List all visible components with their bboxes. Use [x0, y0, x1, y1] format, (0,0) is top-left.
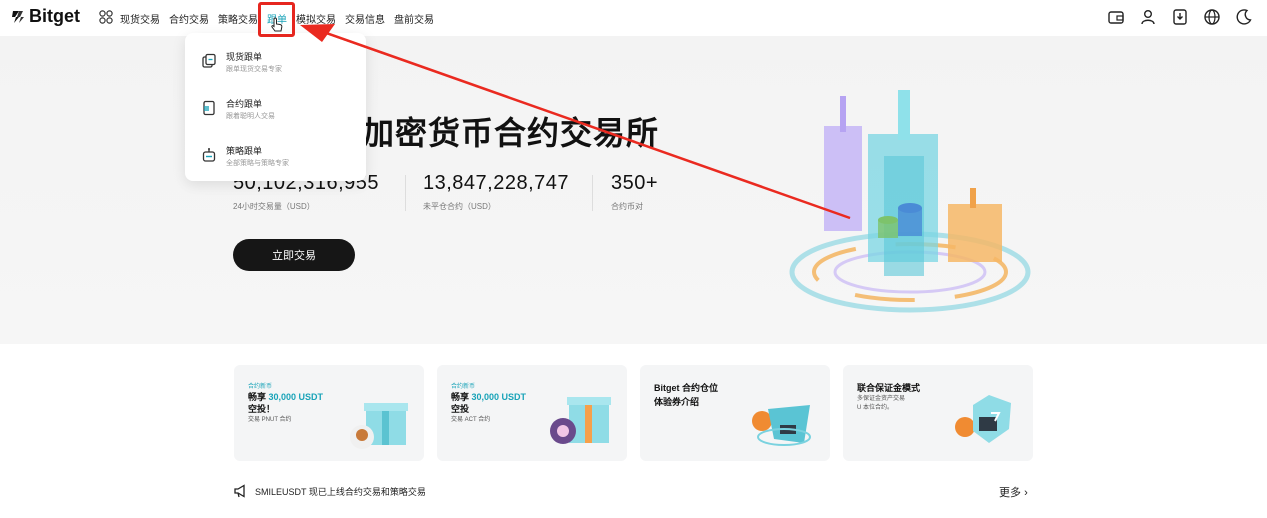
card-tag: 合约新币 — [248, 384, 273, 390]
user-icon[interactable] — [1139, 8, 1157, 26]
card-headline: 畅享 30,000 USDT 空投 — [451, 391, 561, 415]
bot-copy-icon — [202, 148, 216, 162]
stat-pairs: 350+ 合约币对 — [611, 172, 658, 212]
hand-cursor-icon — [271, 17, 283, 32]
stat-value: 13,847,228,747 — [423, 172, 570, 194]
dropdown-item-subtitle: 全部策略与策略专家 — [226, 160, 289, 167]
nav-pre-market[interactable]: 盘前交易 — [394, 11, 434, 26]
more-label: 更多 — [999, 487, 1021, 499]
stat-open-interest: 13,847,228,747 未平仓合约（USD） — [423, 172, 569, 212]
card-subtitle: 多保证金资产交易 U 本位合约。 — [857, 396, 906, 411]
bitget-logo[interactable]: Bitget — [10, 6, 80, 27]
promo-card-unified-margin[interactable]: 联合保证金模式 多保证金资产交易 U 本位合约。 — [843, 365, 1033, 461]
copy-trading-dropdown: 现货跟单 跟单现货交易专家 合约跟单 跟着聪明人交易 策略跟单 全部策略与策略专… — [185, 33, 366, 181]
wallet-icon[interactable] — [1107, 8, 1125, 26]
announcement-text: SMILEUSDT 现已上线合约交易和策略交易 — [255, 486, 426, 497]
dropdown-item-title: 策略跟单 — [226, 146, 263, 156]
card-headline: 畅享 30,000 USDT 空投！ — [248, 391, 358, 415]
dropdown-item-title: 现货跟单 — [226, 52, 263, 62]
dropdown-item-spot-copy[interactable]: 现货跟单 跟单现货交易专家 — [185, 45, 366, 85]
card-headline-amount: 30,000 USDT — [268, 392, 324, 402]
candlestick-illustration — [789, 90, 1031, 313]
announcement-bar[interactable]: SMILEUSDT 现已上线合约交易和策略交易 — [233, 484, 426, 498]
card-title: 联合保证金模式 — [857, 383, 921, 393]
dropdown-item-title: 合约跟单 — [226, 99, 263, 109]
card-subtitle: 交易 ACT 合约 — [451, 417, 491, 423]
card-headline-prefix: 畅享 — [451, 392, 472, 402]
shield-icon — [955, 395, 1011, 443]
nav-trading-info[interactable]: 交易信息 — [345, 11, 385, 26]
promo-card-position-voucher[interactable]: Bitget 合约仓位 体验券介绍 — [640, 365, 830, 461]
header-actions — [1107, 8, 1253, 26]
card-headline-prefix: 畅享 — [248, 392, 269, 402]
chevron-right-icon: › — [1024, 487, 1028, 499]
stat-label: 未平仓合约（USD） — [423, 202, 496, 211]
card-tag: 合约新币 — [451, 384, 476, 390]
stat-divider — [405, 175, 406, 211]
megaphone-icon — [234, 484, 245, 498]
trade-now-button[interactable]: 立即交易 — [233, 239, 355, 271]
stat-label: 24小时交易量（USD） — [233, 202, 315, 211]
download-icon[interactable] — [1171, 8, 1189, 26]
promo-section — [0, 344, 1267, 518]
gift-box-icon — [550, 397, 611, 444]
card-subtitle: 交易 PNUT 合约 — [248, 417, 292, 423]
nav-strategy-trading[interactable]: 策略交易 — [218, 11, 258, 26]
nav-demo-trading[interactable]: 模拟交易 — [296, 11, 336, 26]
stat-divider — [592, 175, 593, 211]
more-link[interactable]: 更多 › — [999, 484, 1028, 500]
voucher-icon — [752, 405, 811, 446]
hero-title: 加密货币合约交易所 — [362, 115, 660, 151]
dropdown-item-bot-copy[interactable]: 策略跟单 全部策略与策略专家 — [185, 139, 366, 179]
moon-icon[interactable] — [1235, 8, 1253, 26]
bitget-logo-icon — [12, 10, 24, 23]
dropdown-item-subtitle: 跟着聪明人交易 — [226, 113, 275, 120]
futures-copy-icon — [203, 100, 215, 116]
stat-label: 合约币对 — [611, 202, 643, 211]
promo-card-pnut[interactable]: 合约新币 畅享 30,000 USDT 空投！ 交易 PNUT 合约 — [234, 365, 424, 461]
spot-copy-icon — [202, 53, 216, 68]
promo-card-act[interactable]: 合约新币 畅享 30,000 USDT 空投 交易 ACT 合约 — [437, 365, 627, 461]
card-headline-amount: 30,000 USDT — [471, 392, 527, 402]
apps-grid-icon[interactable] — [99, 10, 113, 24]
dropdown-item-futures-copy[interactable]: 合约跟单 跟着聪明人交易 — [185, 92, 366, 132]
card-headline: Bitget 合约仓位 体验券介绍 — [654, 381, 718, 409]
gift-box-icon — [350, 403, 408, 449]
dropdown-item-subtitle: 跟单现货交易专家 — [226, 66, 282, 73]
card-headline-suffix: 空投 — [451, 404, 470, 414]
card-headline-suffix: 空投！ — [248, 404, 276, 414]
stat-value: 350+ — [611, 172, 659, 194]
top-navigation-bar: Bitget 现货交易 合约交易 策略交易 跟单 模拟交易 交易信息 盘前交易 — [0, 0, 1267, 36]
globe-icon[interactable] — [1203, 8, 1221, 26]
brand-name: Bitget — [29, 6, 80, 26]
nav-futures-trading[interactable]: 合约交易 — [169, 11, 209, 26]
card-title: Bitget 合约仓位 体验券介绍 — [654, 383, 718, 407]
nav-spot-trading[interactable]: 现货交易 — [120, 11, 160, 26]
